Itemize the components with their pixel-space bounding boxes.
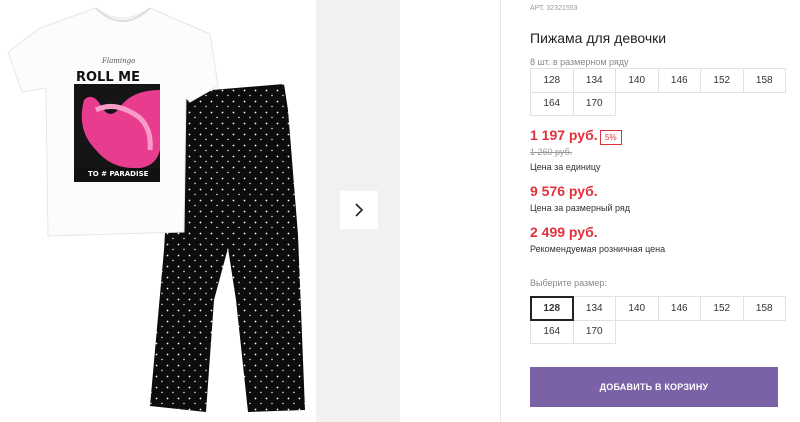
gallery-next-button[interactable] <box>340 191 378 229</box>
product-sku: АРТ. 32321553 <box>530 5 578 12</box>
product-title: Пижама для девочки <box>530 30 667 46</box>
gallery-gap <box>400 0 500 422</box>
size-option-140[interactable]: 140 <box>615 296 659 321</box>
pack-size-cell: 164 <box>530 91 574 116</box>
pack-price: 9 576 руб. <box>530 183 598 199</box>
product-image: Flamingo ROLL ME TO # PARADISE <box>0 0 316 422</box>
size-option-164[interactable]: 164 <box>530 319 574 344</box>
size-select-grid: 128 134 140 146 152 158 164 170 <box>530 296 786 344</box>
pack-size-cell: 158 <box>742 68 786 93</box>
old-price: 1 260 руб. <box>530 147 573 157</box>
pack-size-cell: 134 <box>572 68 616 93</box>
retail-price-label: Рекомендуемая розничная цена <box>530 244 666 254</box>
divider <box>500 0 501 422</box>
size-option-152[interactable]: 152 <box>700 296 744 321</box>
tshirt-script-text: Flamingo <box>102 57 136 65</box>
pack-size-cell: 128 <box>530 68 574 93</box>
pack-size-grid: 128 134 140 146 152 158 164 170 <box>530 68 786 116</box>
add-to-cart-button[interactable]: ДОБАВИТЬ В КОРЗИНУ <box>530 367 778 407</box>
size-option-134[interactable]: 134 <box>572 296 616 321</box>
unit-price-label: Цена за единицу <box>530 162 601 172</box>
size-select-label: Выберите размер: <box>530 278 607 288</box>
pack-size-cell: 152 <box>700 68 744 93</box>
pack-size-cell: 170 <box>572 91 616 116</box>
tshirt-headline-text: ROLL ME <box>76 70 140 85</box>
unit-price: 1 197 руб. <box>530 127 598 143</box>
discount-badge: 5% <box>600 130 622 145</box>
chevron-right-icon <box>355 203 364 217</box>
pack-price-label: Цена за размерный ряд <box>530 203 631 213</box>
size-option-146[interactable]: 146 <box>657 296 701 321</box>
size-option-128[interactable]: 128 <box>530 296 574 321</box>
size-option-170[interactable]: 170 <box>572 319 616 344</box>
pack-size-cell: 146 <box>657 68 701 93</box>
size-option-158[interactable]: 158 <box>742 296 786 321</box>
tshirt-banner-text: TO # PARADISE <box>88 170 149 178</box>
pack-label: 8 шт. в размерном ряду <box>530 57 629 67</box>
pack-size-cell: 140 <box>615 68 659 93</box>
retail-price: 2 499 руб. <box>530 224 598 240</box>
